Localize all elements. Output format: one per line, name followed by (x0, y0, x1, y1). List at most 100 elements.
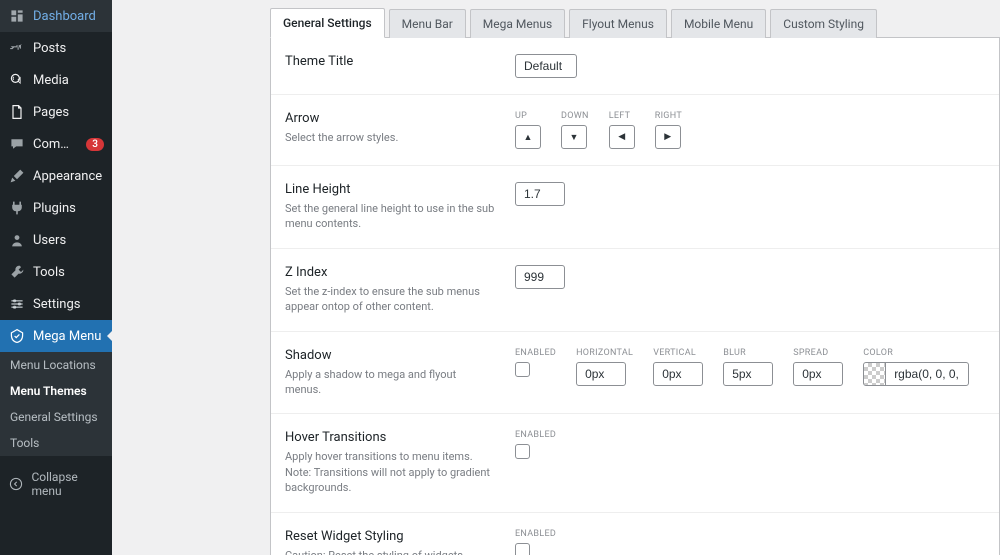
comment-icon (8, 135, 26, 153)
row-title: Reset Widget Styling (285, 529, 495, 544)
row-shadow: Shadow Apply a shadow to mega and flyout… (271, 332, 999, 415)
row-line-height: Line Height Set the general line height … (271, 166, 999, 249)
field-label: ENABLED (515, 430, 556, 440)
shadow-horizontal-input[interactable] (576, 362, 626, 386)
row-desc: Caution: Reset the styling of widgets wi… (285, 548, 495, 555)
collapse-label: Collapse menu (31, 470, 104, 498)
field-label: VERTICAL (653, 348, 703, 358)
tab-mobile-menu[interactable]: Mobile Menu (671, 9, 766, 38)
submenu-item-tools[interactable]: Tools (0, 430, 112, 456)
sidebar-item-posts[interactable]: Posts (0, 32, 112, 64)
sidebar-submenu: Menu Locations Menu Themes General Setti… (0, 352, 112, 456)
field-label: ENABLED (515, 348, 556, 358)
row-theme-title: Theme Title (271, 38, 999, 95)
tab-menu-bar[interactable]: Menu Bar (389, 9, 466, 38)
sidebar-item-appearance[interactable]: Appearance (0, 160, 112, 192)
row-desc: Set the z-index to ensure the sub menus … (285, 284, 495, 315)
sidebar-item-comments[interactable]: Comments 3 (0, 128, 112, 160)
comments-badge: 3 (86, 138, 104, 151)
sidebar-item-label: Tools (33, 265, 104, 280)
field-label: HORIZONTAL (576, 348, 633, 358)
tab-mega-menus[interactable]: Mega Menus (470, 9, 565, 38)
sidebar-item-label: Media (33, 73, 104, 88)
row-title: Line Height (285, 182, 495, 197)
shadow-enabled-checkbox[interactable] (515, 362, 530, 377)
sidebar-item-label: Users (33, 233, 104, 248)
submenu-item-general[interactable]: General Settings (0, 404, 112, 430)
row-title: Shadow (285, 348, 495, 363)
row-title: Theme Title (285, 54, 495, 69)
sidebar-item-plugins[interactable]: Plugins (0, 192, 112, 224)
sidebar-item-megamenu[interactable]: Mega Menu (0, 320, 112, 352)
row-desc: Apply hover transitions to menu items. N… (285, 449, 495, 495)
user-icon (8, 231, 26, 249)
sidebar-item-label: Dashboard (33, 9, 104, 24)
tab-flyout-menus[interactable]: Flyout Menus (569, 9, 667, 38)
sidebar-item-label: Plugins (33, 201, 104, 216)
sidebar-item-users[interactable]: Users (0, 224, 112, 256)
row-desc: Apply a shadow to mega and flyout menus. (285, 367, 495, 398)
field-label: ENABLED (515, 529, 556, 539)
shadow-vertical-input[interactable] (653, 362, 703, 386)
shadow-color-picker[interactable] (863, 362, 969, 386)
field-label: DOWN (561, 111, 589, 121)
shadow-blur-input[interactable] (723, 362, 773, 386)
settings-icon (8, 295, 26, 313)
pin-icon (8, 39, 26, 57)
sidebar-item-label: Settings (33, 297, 104, 312)
sidebar-item-label: Comments (33, 137, 77, 152)
shadow-color-input[interactable] (886, 363, 968, 385)
media-icon (8, 71, 26, 89)
dashboard-icon (8, 7, 26, 25)
sidebar-item-label: Mega Menu (33, 329, 104, 344)
field-label: RIGHT (655, 111, 682, 121)
collapse-icon (8, 475, 24, 493)
row-desc: Set the general line height to use in th… (285, 201, 495, 232)
sidebar-item-media[interactable]: Media (0, 64, 112, 96)
sidebar-item-tools[interactable]: Tools (0, 256, 112, 288)
tabs: General Settings Menu Bar Mega Menus Fly… (270, 8, 1000, 38)
submenu-item-locations[interactable]: Menu Locations (0, 352, 112, 378)
submenu-item-themes[interactable]: Menu Themes (0, 378, 112, 404)
sidebar-item-settings[interactable]: Settings (0, 288, 112, 320)
sidebar-item-dashboard[interactable]: Dashboard (0, 0, 112, 32)
tab-custom-styling[interactable]: Custom Styling (770, 9, 877, 38)
sidebar-item-label: Posts (33, 41, 104, 56)
z-index-input[interactable] (515, 265, 565, 289)
arrow-left-button[interactable]: ◀ (609, 125, 635, 149)
sidebar-item-label: Appearance (33, 169, 104, 184)
shadow-spread-input[interactable] (793, 362, 843, 386)
brush-icon (8, 167, 26, 185)
field-label: COLOR (863, 348, 969, 358)
reset-enabled-checkbox[interactable] (515, 543, 530, 555)
plugin-icon (8, 199, 26, 217)
line-height-input[interactable] (515, 182, 565, 206)
field-label: UP (515, 111, 541, 121)
settings-panel: Theme Title Arrow Select the arrow style… (270, 37, 1000, 555)
row-desc: Select the arrow styles. (285, 130, 495, 145)
row-title: Z Index (285, 265, 495, 280)
arrow-up-button[interactable]: ▲ (515, 125, 541, 149)
arrow-down-button[interactable]: ▼ (561, 125, 587, 149)
arrow-right-button[interactable]: ▶ (655, 125, 681, 149)
sidebar-item-label: Pages (33, 105, 104, 120)
megamenu-icon (8, 327, 26, 345)
hover-enabled-checkbox[interactable] (515, 444, 530, 459)
row-hover-transitions: Hover Transitions Apply hover transition… (271, 414, 999, 512)
row-title: Hover Transitions (285, 430, 495, 445)
row-arrow: Arrow Select the arrow styles. UP ▲ DOWN… (271, 95, 999, 166)
tool-icon (8, 263, 26, 281)
admin-sidebar: Dashboard Posts Media Pages Comments 3 A… (0, 0, 112, 555)
row-reset-widget-styling: Reset Widget Styling Caution: Reset the … (271, 513, 999, 555)
tab-general-settings[interactable]: General Settings (270, 8, 385, 38)
collapse-menu-button[interactable]: Collapse menu (0, 462, 112, 506)
main-content: General Settings Menu Bar Mega Menus Fly… (112, 0, 1000, 555)
theme-title-input[interactable] (515, 54, 577, 78)
row-z-index: Z Index Set the z-index to ensure the su… (271, 249, 999, 332)
page-icon (8, 103, 26, 121)
sidebar-item-pages[interactable]: Pages (0, 96, 112, 128)
transparency-swatch-icon (864, 363, 886, 385)
field-label: SPREAD (793, 348, 843, 358)
field-label: LEFT (609, 111, 635, 121)
row-title: Arrow (285, 111, 495, 126)
